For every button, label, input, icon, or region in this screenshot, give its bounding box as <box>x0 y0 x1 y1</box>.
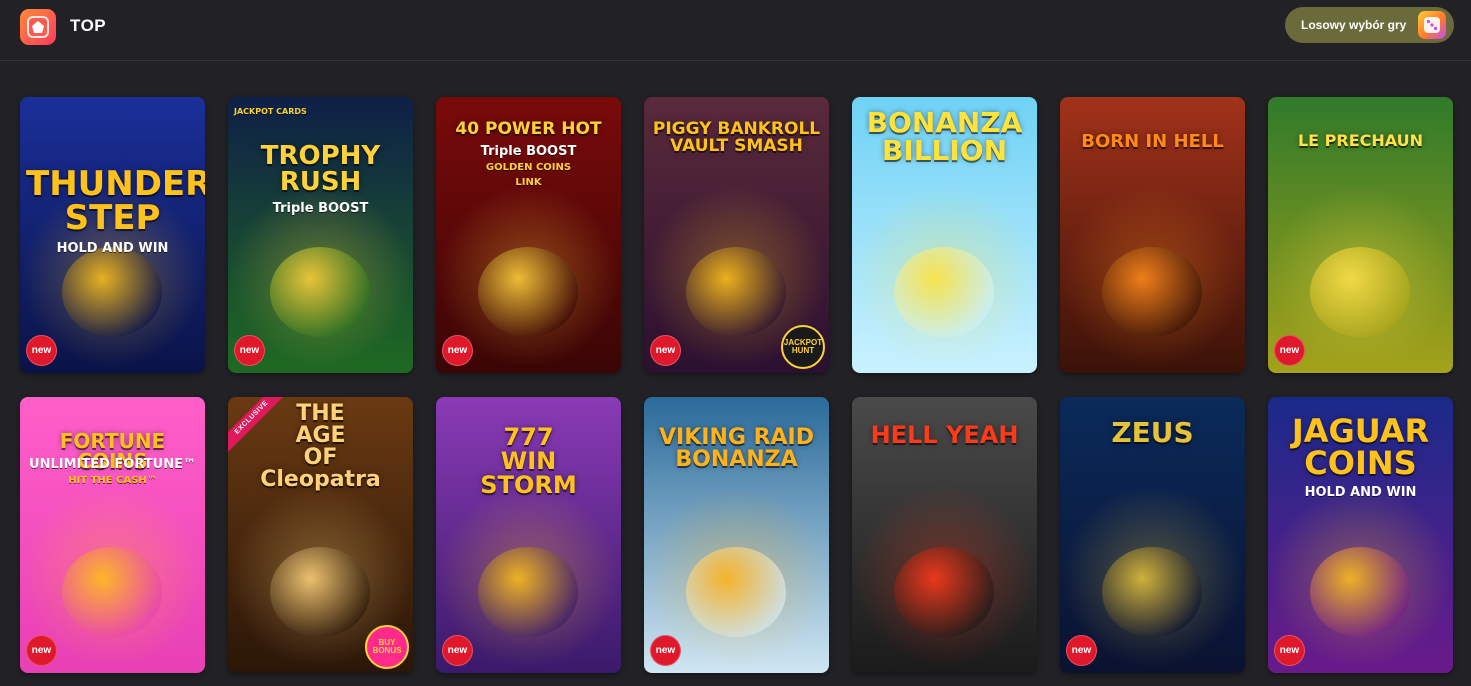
game-subtitle: UNLIMITED FORTUNE™ <box>29 457 196 472</box>
game-tile[interactable]: THUNDER STEP HOLD AND WIN new <box>20 97 205 373</box>
top-section-logo-icon <box>20 9 56 45</box>
game-title: HELL YEAH <box>870 421 1019 449</box>
new-badge: new <box>1066 635 1097 666</box>
random-game-button[interactable]: Losowy wybór gry <box>1285 7 1454 43</box>
game-title: ZEUS <box>1111 416 1194 449</box>
game-tile[interactable]: BORN IN HELL <box>1060 97 1245 373</box>
game-thumbnail <box>228 97 413 373</box>
game-tile[interactable]: BONANZA BILLION <box>852 97 1037 373</box>
game-artwork <box>478 547 578 637</box>
new-badge: new <box>1274 635 1305 666</box>
new-badge: new <box>650 635 681 666</box>
game-tile[interactable]: FORTUNE COINS UNLIMITED FORTUNE™ HIT THE C… <box>20 397 205 673</box>
game-title: 777 WIN STORM <box>480 423 577 499</box>
game-artwork <box>686 247 786 337</box>
game-feature-badge: BUY BONUS <box>365 625 409 669</box>
game-artwork <box>1310 547 1410 637</box>
game-artwork <box>894 247 994 337</box>
game-tile[interactable]: PIGGY BANKROLL VAULT SMASH JACKPOT HUNT ne… <box>644 97 829 373</box>
game-subtitle: Triple BOOST <box>480 144 577 159</box>
game-title: BORN IN HELL <box>1081 131 1224 152</box>
game-artwork <box>1310 247 1410 337</box>
game-title: TROPHY RUSH <box>260 141 381 197</box>
game-tile[interactable]: VIKING RAID BONANZA new <box>644 397 829 673</box>
game-tile[interactable]: THE AGE OF Cleopatra EXCLUSIVE BUY BONUS <box>228 397 413 673</box>
game-feature-badge: JACKPOT HUNT <box>781 325 825 369</box>
dice-icon <box>1418 11 1446 39</box>
game-top-label: JACKPOT CARDS <box>234 107 307 116</box>
game-title: 40 POWER HOT <box>455 119 602 139</box>
new-badge: new <box>1274 335 1305 366</box>
game-artwork <box>478 247 578 337</box>
game-title: THUNDER STEP <box>26 164 205 238</box>
game-tile[interactable]: HELL YEAH <box>852 397 1037 673</box>
game-title: BONANZA BILLION <box>866 106 1023 167</box>
game-tile[interactable]: JACKPOT CARDS TROPHY RUSH Triple BOOST new <box>228 97 413 373</box>
new-badge: new <box>26 635 57 666</box>
new-badge: new <box>442 335 473 366</box>
game-subtitle: HOLD AND WIN <box>1304 485 1417 500</box>
game-subtitle: LINK <box>515 177 542 188</box>
game-artwork <box>1102 247 1202 337</box>
game-subtitle: HOLD AND WIN <box>56 241 169 256</box>
game-artwork <box>270 547 370 637</box>
game-title: JAGUAR COINS <box>1291 412 1430 482</box>
new-badge: new <box>234 335 265 366</box>
game-tile[interactable]: 777 WIN STORM new <box>436 397 621 673</box>
game-artwork <box>1102 547 1202 637</box>
new-badge: new <box>26 335 57 366</box>
section-header: TOP Losowy wybór gry <box>0 0 1471 61</box>
game-artwork <box>270 247 370 337</box>
game-title: LE PRECHAUN <box>1297 131 1424 150</box>
game-subtitle: Triple BOOST <box>272 201 369 216</box>
game-artwork <box>62 247 162 337</box>
game-artwork <box>62 547 162 637</box>
game-artwork <box>894 547 994 637</box>
new-badge: new <box>442 635 473 666</box>
game-tile[interactable]: JAGUAR COINS HOLD AND WIN new <box>1268 397 1453 673</box>
game-artwork <box>686 547 786 637</box>
game-tile[interactable]: 40 POWER HOT Triple BOOST GOLDEN COINS LINK… <box>436 97 621 373</box>
random-game-button-label: Losowy wybór gry <box>1301 18 1407 32</box>
game-subtitle: HIT THE CASH™ <box>68 475 157 486</box>
section-title: TOP <box>70 16 107 35</box>
games-grid: THUNDER STEP HOLD AND WIN new JACKPOT CARDS… <box>20 97 1453 673</box>
game-subtitle: GOLDEN COINS <box>485 162 572 173</box>
game-tile[interactable]: ZEUS new <box>1060 397 1245 673</box>
game-title: PIGGY BANKROLL VAULT SMASH <box>652 119 821 156</box>
game-title: VIKING RAID BONANZA <box>659 425 814 472</box>
new-badge: new <box>650 335 681 366</box>
game-tile[interactable]: LE PRECHAUN new <box>1268 97 1453 373</box>
